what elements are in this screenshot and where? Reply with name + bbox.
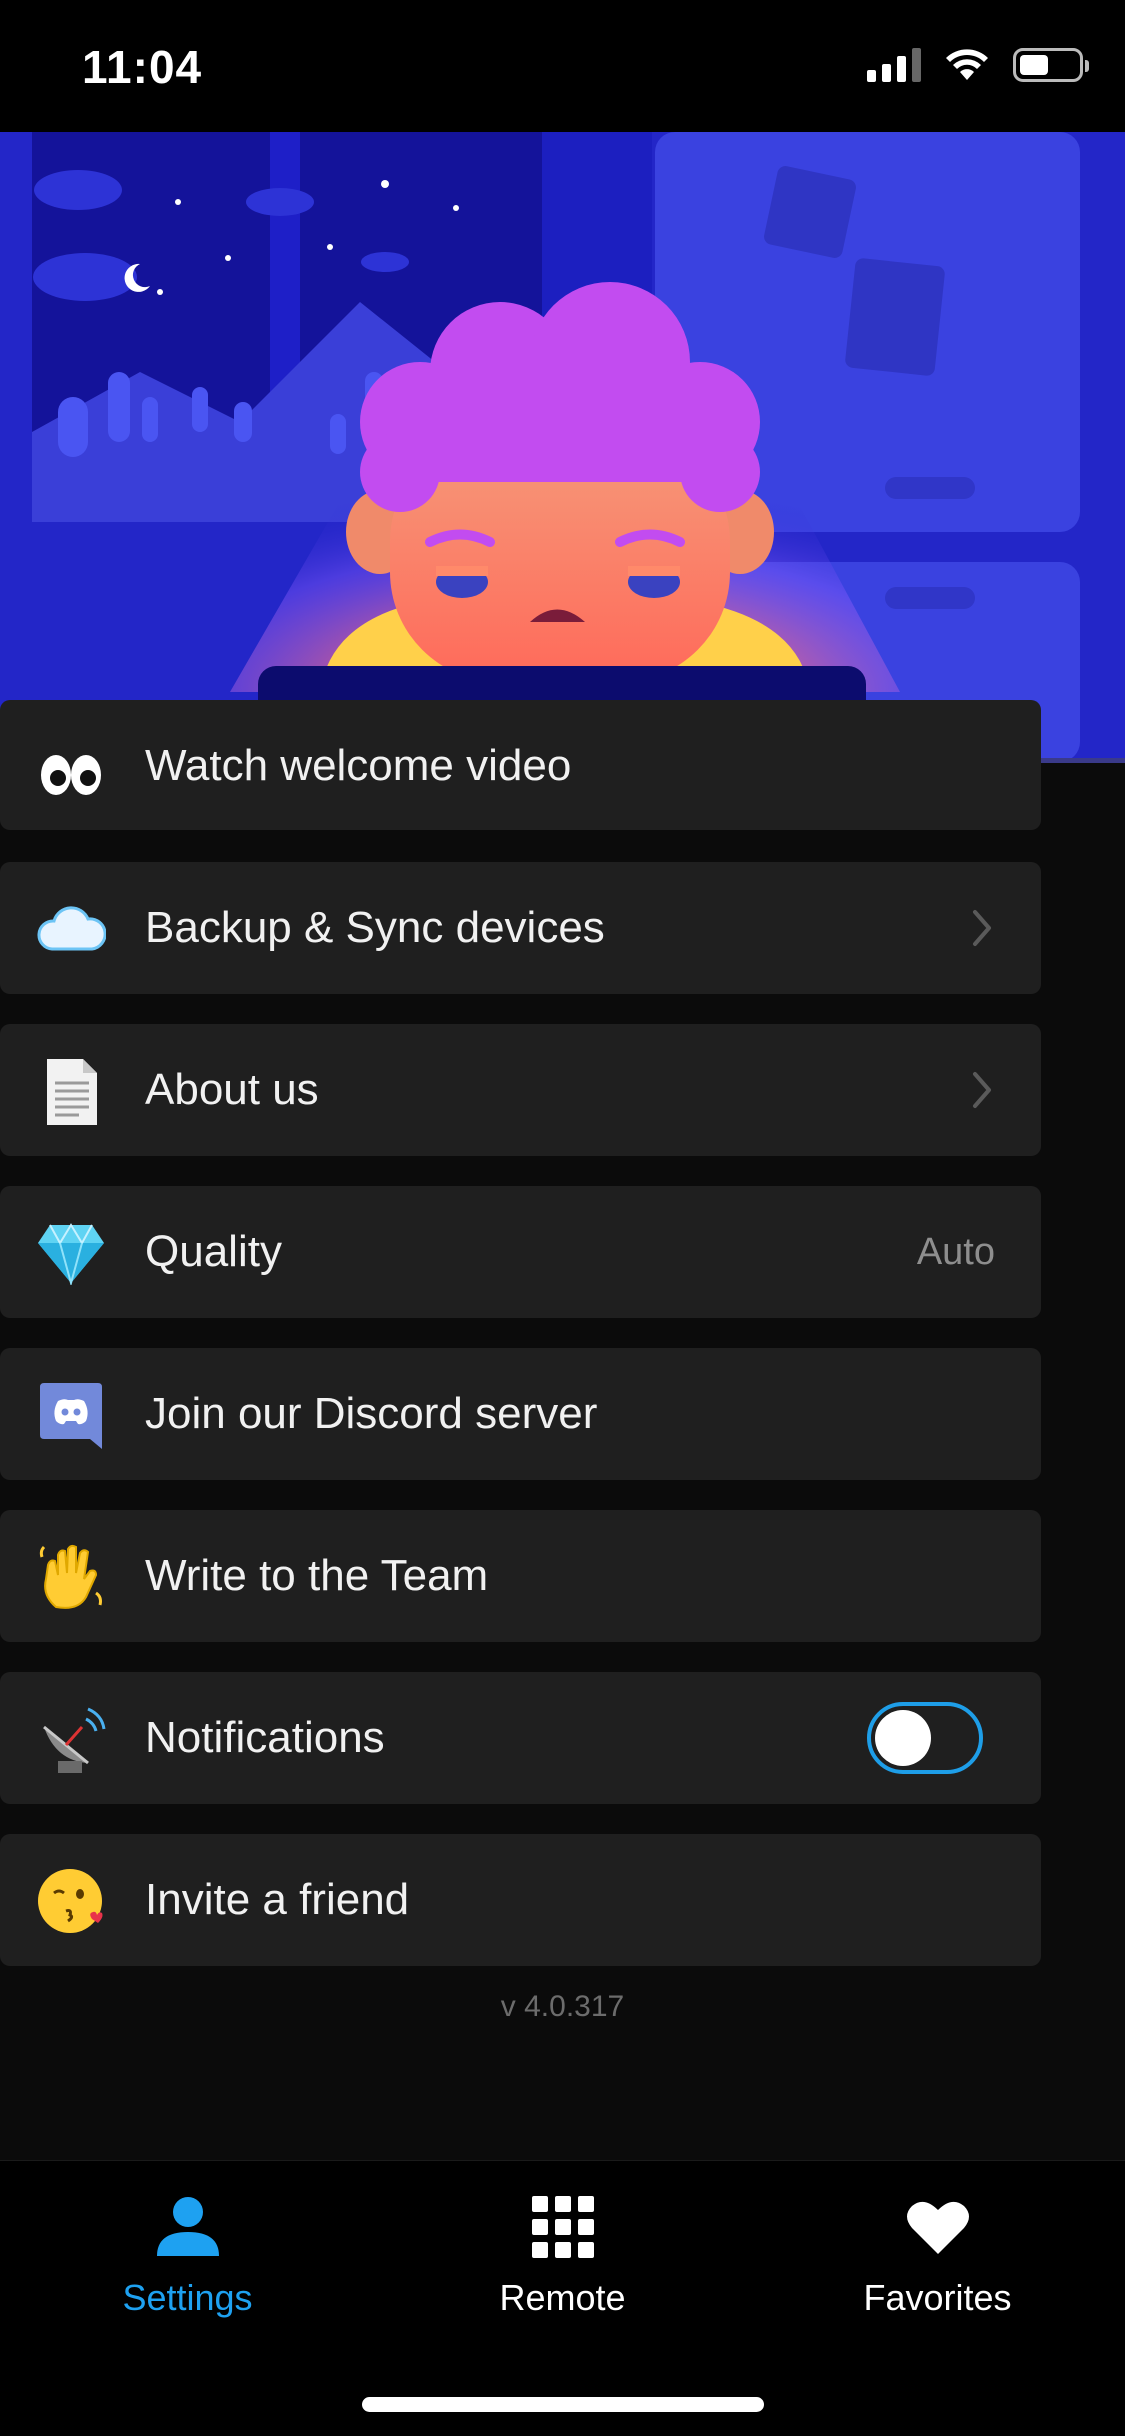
menu-item-label: Quality	[145, 1227, 282, 1276]
welcome-video-illustration	[0, 132, 1125, 762]
app-version: v 4.0.317	[500, 1990, 625, 2023]
quality-value: Auto	[916, 1231, 995, 1273]
heart-icon	[750, 2191, 1125, 2263]
menu-item-quality[interactable]: Quality Auto	[0, 1186, 1041, 1318]
cloud-icon	[36, 895, 106, 965]
menu-item-watch-welcome-video[interactable]: Watch welcome video	[0, 700, 1041, 830]
person-icon	[0, 2191, 375, 2263]
menu-item-invite-friend[interactable]: Invite a friend	[0, 1834, 1041, 1966]
menu-item-label: Write to the Team	[145, 1551, 489, 1600]
eyes-icon	[36, 740, 106, 810]
home-indicator	[362, 2397, 764, 2412]
tab-label: Settings	[122, 2277, 253, 2318]
tab-settings[interactable]: Settings	[0, 2191, 375, 2331]
toggle-knob	[875, 1710, 931, 1766]
tab-label: Remote	[499, 2277, 626, 2318]
kissing-face-icon	[36, 1867, 106, 1937]
menu-item-label: About us	[145, 1065, 319, 1114]
welcome-video-player[interactable]	[0, 132, 1125, 762]
chevron-right-icon	[973, 1072, 991, 1108]
menu-item-label: Watch welcome video	[145, 741, 572, 790]
grid-icon	[375, 2191, 750, 2263]
menu-item-label: Invite a friend	[145, 1875, 410, 1924]
menu-item-notifications[interactable]: Notifications	[0, 1672, 1041, 1804]
menu-item-label: Join our Discord server	[145, 1389, 598, 1438]
menu-item-label: Notifications	[145, 1713, 385, 1762]
satellite-dish-icon	[36, 1705, 106, 1775]
settings-screen: 11:04 Watch welcome video Backup & Sync …	[0, 0, 1125, 2436]
menu-item-write-to-team[interactable]: Write to the Team	[0, 1510, 1041, 1642]
chevron-right-icon	[973, 910, 991, 946]
menu-item-backup-sync[interactable]: Backup & Sync devices	[0, 862, 1041, 994]
menu-item-about-us[interactable]: About us	[0, 1024, 1041, 1156]
tab-remote[interactable]: Remote	[375, 2191, 750, 2331]
menu-item-label: Backup & Sync devices	[145, 903, 605, 952]
waving-hand-icon	[36, 1543, 106, 1613]
menu-item-discord[interactable]: Join our Discord server	[0, 1348, 1041, 1480]
status-time: 11:04	[82, 41, 203, 93]
wifi-icon	[946, 49, 988, 80]
discord-icon	[36, 1381, 106, 1451]
gem-icon	[36, 1219, 106, 1289]
tab-label: Favorites	[863, 2277, 1012, 2318]
battery-icon	[1013, 48, 1089, 82]
signal-icon	[867, 48, 921, 82]
status-icons	[867, 48, 1089, 82]
tab-favorites[interactable]: Favorites	[750, 2191, 1125, 2331]
notifications-toggle[interactable]	[867, 1702, 983, 1774]
tab-bar: Settings Remote Favorites	[0, 2160, 1125, 2436]
status-bar: 11:04	[0, 0, 1125, 132]
document-icon	[36, 1057, 106, 1127]
